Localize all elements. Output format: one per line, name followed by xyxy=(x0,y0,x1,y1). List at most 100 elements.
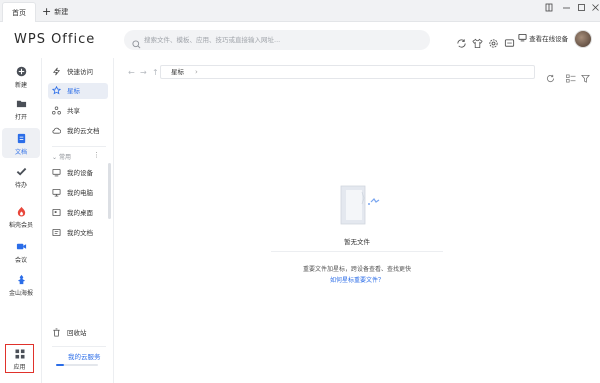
maximize-button[interactable] xyxy=(574,3,588,17)
back-arrow-icon[interactable]: ← xyxy=(128,68,135,77)
up-arrow-icon[interactable]: ↑ xyxy=(152,68,159,77)
nav-section-common[interactable]: ⌄ 常用 xyxy=(52,152,71,161)
nav-item-label: 我的文档 xyxy=(67,229,93,237)
folder-icon xyxy=(16,100,26,108)
forward-arrow-icon[interactable]: → xyxy=(140,68,147,77)
nav-item-shared[interactable]: 共享 xyxy=(48,103,108,119)
divider xyxy=(52,346,106,347)
rail-item-docer[interactable]: 稻壳会员 xyxy=(2,206,40,229)
nav-item-label: 我的设备 xyxy=(67,169,93,177)
rail-item-open[interactable]: 打开 xyxy=(2,98,40,121)
nav-item-cloud-docs[interactable]: 我的云文档 xyxy=(48,123,108,139)
view-toggle-icon[interactable] xyxy=(566,68,576,87)
app-header: WPS Office 搜索文件、模板、应用、技巧或直接输入网址... 查看在线设… xyxy=(0,22,600,58)
tab-new[interactable]: + 新建 xyxy=(42,2,68,22)
window-mode-icon[interactable] xyxy=(542,3,556,17)
divider xyxy=(52,146,106,147)
how-to-star-link[interactable]: 如何星标重要文件？ xyxy=(114,275,600,284)
search-placeholder: 搜索文件、模板、应用、技巧或直接输入网址... xyxy=(144,36,281,44)
rail-item-label: 会议 xyxy=(14,257,27,264)
nav-pane: 快速访问 星标 共享 我的云文档 ⌄ 常用 ⋮ 我的设备 我的电脑 我的桌面 我… xyxy=(42,58,114,383)
breadcrumb-item[interactable]: 星标 xyxy=(171,67,184,78)
plus-icon: + xyxy=(42,5,52,18)
nav-item-starred[interactable]: 星标 xyxy=(48,83,108,99)
rail-item-label: 文档 xyxy=(14,149,27,156)
avatar[interactable] xyxy=(574,30,592,48)
rail-item-poster[interactable]: 金山海报 xyxy=(2,274,40,297)
nav-item-my-device[interactable]: 我的设备 xyxy=(48,165,108,181)
tab-new-label: 新建 xyxy=(54,8,69,16)
empty-state-description: 重要文件加星标，跨设备查看、查找更快 xyxy=(302,266,411,273)
quick-access-icon xyxy=(52,67,61,76)
cloud-icon xyxy=(52,127,61,134)
cloud-service-link[interactable]: 我的云服务 xyxy=(68,351,101,361)
rail-item-apps[interactable]: 应用 xyxy=(5,344,34,373)
nav-item-label: 快速访问 xyxy=(67,68,93,76)
computer-icon xyxy=(52,188,61,197)
poster-icon xyxy=(17,274,25,285)
nav-item-my-documents[interactable]: 我的文档 xyxy=(48,225,108,241)
rail-item-label: 金山海报 xyxy=(8,290,33,297)
tab-home-label: 首页 xyxy=(12,9,26,17)
document-icon xyxy=(17,133,25,144)
apps-grid-icon xyxy=(15,349,24,359)
rail-item-label: 待办 xyxy=(14,182,27,189)
app-logo: WPS Office xyxy=(14,32,96,47)
nav-item-label: 我的桌面 xyxy=(67,209,93,217)
nav-item-my-desktop[interactable]: 我的桌面 xyxy=(48,205,108,221)
device-icon xyxy=(518,33,527,42)
desktop-icon xyxy=(52,208,61,217)
nav-scrollbar[interactable] xyxy=(108,163,111,219)
more-options-icon[interactable]: ⋮ xyxy=(93,151,100,159)
nav-item-recycle-bin[interactable]: 回收站 xyxy=(48,325,108,341)
empty-folder-illustration xyxy=(338,182,382,230)
rail-item-meeting[interactable]: 会议 xyxy=(2,241,40,264)
rail-item-label: 应用 xyxy=(13,364,26,371)
rail-item-label: 稻壳会员 xyxy=(8,222,33,229)
nav-item-label: 我的云文档 xyxy=(67,127,100,135)
breadcrumb[interactable]: 星标 › xyxy=(160,65,535,79)
nav-section-label: 常用 xyxy=(58,154,71,161)
empty-state-title: 暂无文件 xyxy=(344,238,370,246)
share-icon xyxy=(52,106,61,115)
skin-icon[interactable] xyxy=(472,34,484,49)
nav-item-label: 共享 xyxy=(67,107,80,115)
chevron-right-icon: › xyxy=(195,68,198,76)
cloud-storage-progress xyxy=(56,364,98,366)
star-icon xyxy=(52,86,61,95)
online-devices-label: 查看在线设备 xyxy=(529,35,569,43)
left-rail: 新建 打开 文档 待办 稻壳会员 会议 金山海报 应用 xyxy=(0,58,42,383)
filter-icon[interactable] xyxy=(581,68,590,87)
nav-item-label: 我的电脑 xyxy=(67,189,93,197)
refresh-icon[interactable] xyxy=(546,68,555,87)
docer-icon xyxy=(17,206,25,217)
nav-item-label: 回收站 xyxy=(67,329,87,337)
divider xyxy=(271,251,443,252)
message-icon[interactable] xyxy=(504,34,516,47)
rail-item-todo[interactable]: 待办 xyxy=(2,166,40,189)
chevron-down-icon: ⌄ xyxy=(52,154,59,161)
nav-item-quick-access[interactable]: 快速访问 xyxy=(48,64,108,80)
rail-item-new[interactable]: 新建 xyxy=(2,66,40,89)
nav-item-my-computer[interactable]: 我的电脑 xyxy=(48,185,108,201)
main-content: ← → ↑ 星标 › 暂无文件 重要文件加星标，跨设备查看、查找更快 如何星标重… xyxy=(114,58,600,383)
search-input[interactable]: 搜索文件、模板、应用、技巧或直接输入网址... xyxy=(124,30,430,50)
close-window-button[interactable] xyxy=(588,3,600,17)
title-bar: 首页 + 新建 xyxy=(0,0,600,22)
trash-icon xyxy=(53,328,60,337)
device-icon xyxy=(52,168,61,177)
rail-item-label: 打开 xyxy=(14,114,27,121)
search-icon xyxy=(132,34,141,53)
video-icon xyxy=(16,243,26,250)
documents-icon xyxy=(52,228,61,237)
rail-item-label: 新建 xyxy=(14,82,27,89)
settings-gear-icon[interactable] xyxy=(488,34,500,48)
check-icon xyxy=(16,167,26,176)
plus-circle-icon xyxy=(16,66,26,77)
tab-home[interactable]: 首页 xyxy=(2,2,36,22)
minimize-button[interactable] xyxy=(559,3,573,17)
rail-item-documents[interactable]: 文档 xyxy=(2,128,40,158)
online-devices-button[interactable]: 查看在线设备 xyxy=(518,33,568,45)
sync-icon[interactable] xyxy=(456,34,468,48)
nav-item-label: 星标 xyxy=(67,87,80,95)
